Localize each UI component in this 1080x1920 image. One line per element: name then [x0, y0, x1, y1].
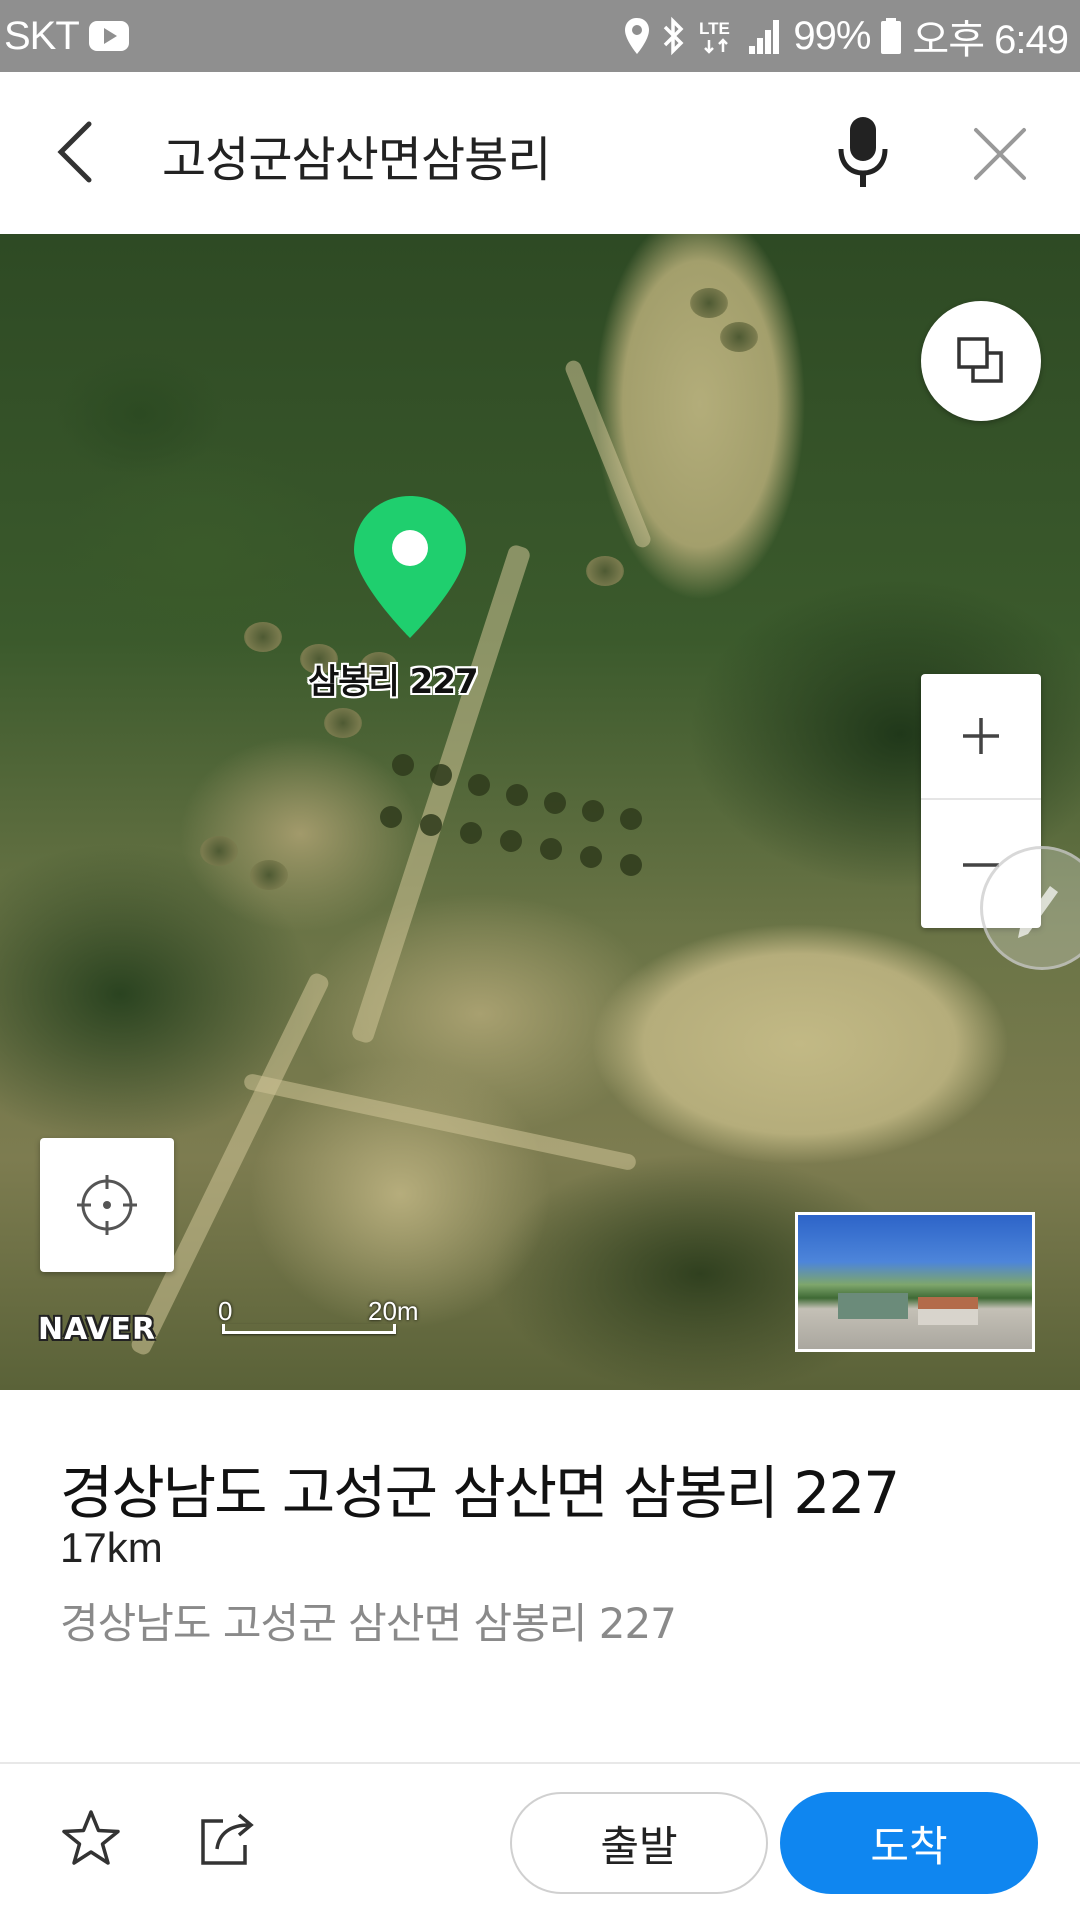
map-mound	[244, 622, 282, 652]
share-button[interactable]	[192, 1804, 262, 1874]
map-mound	[250, 860, 288, 890]
map-tree	[392, 754, 414, 776]
scale-end-label: 20m	[368, 1296, 419, 1326]
status-bar-right: LTE 99% 오후 6:49	[623, 10, 1069, 62]
share-icon	[201, 1813, 254, 1865]
satellite-map[interactable]: 삼봉리 227 NAVER 0 20m	[0, 234, 1080, 1390]
battery-percent: 99%	[793, 13, 871, 58]
map-tree	[620, 808, 642, 830]
svg-text:LTE: LTE	[699, 19, 730, 38]
map-tree	[544, 792, 566, 814]
map-mound	[324, 708, 362, 738]
zoom-in-button[interactable]	[921, 674, 1041, 800]
map-mound	[690, 288, 728, 318]
place-info-panel: 경상남도 고성군 삼산면 삼봉리 227 17km 경상남도 고성군 삼산면 삼…	[0, 1390, 1080, 1762]
layers-icon	[957, 337, 1003, 383]
status-bar-left: SKT	[4, 10, 129, 62]
map-scale: 0 20m	[218, 1296, 419, 1336]
map-tree	[500, 830, 522, 852]
map-path	[242, 1072, 638, 1172]
my-location-button[interactable]	[40, 1138, 174, 1272]
map-tree	[540, 838, 562, 860]
map-tree	[468, 774, 490, 796]
bottom-action-bar: 출발 도착	[0, 1762, 1080, 1920]
map-mound	[720, 322, 758, 352]
microphone-icon	[838, 117, 888, 187]
street-view-thumbnail[interactable]	[795, 1212, 1035, 1352]
place-address: 경상남도 고성군 삼산면 삼봉리 227	[60, 1599, 677, 1648]
scale-bar	[222, 1324, 396, 1334]
lte-icon: LTE	[697, 16, 737, 56]
star-icon	[62, 1810, 120, 1865]
set-destination-button[interactable]: 도착	[780, 1792, 1038, 1894]
set-start-button[interactable]: 출발	[510, 1792, 768, 1894]
status-bar: SKT LTE 99% 오후 6:49	[0, 0, 1080, 72]
map-tree	[420, 814, 442, 836]
map-layer-button[interactable]	[921, 301, 1041, 421]
pen-icon	[1018, 886, 1058, 938]
clock: 오후 6:49	[912, 18, 1069, 62]
zoom-in-icon	[963, 718, 999, 754]
bluetooth-icon	[661, 16, 687, 56]
search-query[interactable]: 고성군삼산면삼봉리	[162, 120, 551, 190]
back-arrow-icon	[57, 121, 92, 183]
search-header: 고성군삼산면삼봉리	[0, 72, 1080, 234]
naver-logo: NAVER	[38, 1312, 157, 1347]
favorite-button[interactable]	[56, 1804, 126, 1874]
location-pin-icon[interactable]	[350, 492, 470, 642]
location-icon	[623, 16, 651, 56]
voice-search-button[interactable]	[828, 110, 898, 196]
map-tree	[460, 822, 482, 844]
thumbnail-building	[838, 1293, 908, 1319]
place-title: 경상남도 고성군 삼산면 삼봉리 227	[60, 1459, 900, 1527]
map-mound	[586, 556, 624, 586]
draw-button[interactable]	[980, 846, 1080, 970]
youtube-icon	[88, 21, 129, 51]
my-location-icon	[77, 1175, 137, 1235]
map-tree	[580, 846, 602, 868]
signal-icon	[747, 16, 783, 56]
close-icon	[974, 128, 1026, 180]
map-tree	[582, 800, 604, 822]
carrier-label: SKT	[4, 13, 80, 58]
map-mound	[200, 836, 238, 866]
thumbnail-building	[918, 1309, 978, 1325]
place-distance: 17km	[60, 1524, 163, 1571]
battery-icon	[880, 16, 902, 56]
clear-button[interactable]	[960, 114, 1040, 194]
map-path	[563, 358, 653, 550]
pin-label: 삼봉리 227	[308, 662, 479, 702]
map-tree	[430, 764, 452, 786]
thumbnail-roof	[918, 1297, 978, 1309]
map-tree	[380, 806, 402, 828]
map-tree	[620, 854, 642, 876]
scale-start-label: 0	[218, 1296, 233, 1326]
back-button[interactable]	[40, 112, 110, 192]
map-tree	[506, 784, 528, 806]
